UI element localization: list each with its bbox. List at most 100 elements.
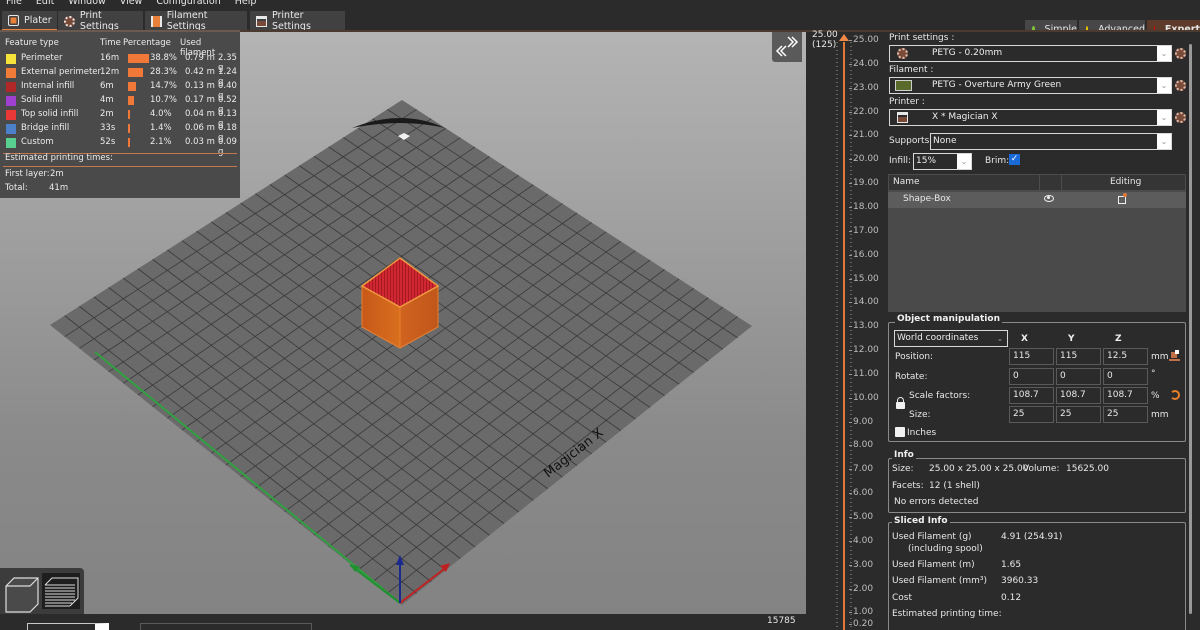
collapse-sidebar-button[interactable] bbox=[772, 32, 802, 62]
feature-percentage: 38.8% bbox=[150, 53, 178, 63]
tab-print-settings[interactable]: Print Settings bbox=[58, 10, 143, 32]
slider-tick-label: 1.00 bbox=[848, 607, 874, 618]
printer-combo[interactable]: X * Magician X ⌄ bbox=[889, 109, 1172, 126]
filament-length: 0.04 m bbox=[185, 109, 215, 119]
percentage-bar bbox=[128, 96, 134, 105]
object-manipulation-title: Object manipulation bbox=[895, 314, 1002, 324]
position-z-input[interactable]: 12.5 bbox=[1103, 348, 1148, 365]
bottom-input-field[interactable] bbox=[27, 623, 109, 630]
used-filament-m-value: 1.65 bbox=[1001, 560, 1022, 570]
printer-edit-gear-icon[interactable] bbox=[1175, 112, 1186, 123]
print-settings-edit-gear-icon[interactable] bbox=[1175, 48, 1186, 59]
estimated-time-label: Estimated printing time: bbox=[892, 609, 1002, 619]
plater-icon bbox=[8, 14, 19, 26]
reset-scale-icon[interactable] bbox=[1170, 390, 1180, 400]
infill-label: Infill: bbox=[889, 156, 912, 166]
bottom-legend-field[interactable] bbox=[140, 623, 312, 630]
object-list-header: Name Editing bbox=[888, 174, 1186, 191]
chevron-down-icon: ⌄ bbox=[1157, 134, 1171, 149]
size-x-input[interactable]: 25 bbox=[1009, 406, 1054, 423]
slider-tick-label: 17.00 bbox=[849, 225, 879, 236]
col-editing: Editing bbox=[1110, 177, 1142, 187]
layer-slider[interactable]: 25.00 (125) 25.00 24.00 23.00 22.00 21.00 20.0… bbox=[806, 30, 884, 630]
info-volume-label: Volume: bbox=[1023, 464, 1060, 474]
tab-printer-settings[interactable]: Printer Settings bbox=[250, 10, 345, 32]
slider-tick-label: 25.00 bbox=[849, 35, 879, 45]
print-settings-combo[interactable]: PETG - 0.20mm ⌄ bbox=[889, 45, 1172, 62]
slider-tick-label: 14.00 bbox=[849, 297, 879, 308]
top-height: 25.00 bbox=[812, 30, 838, 40]
supports-combo[interactable]: None ⌄ bbox=[930, 133, 1172, 150]
inches-checkbox[interactable] bbox=[895, 427, 905, 437]
total-time-label: Total: bbox=[5, 183, 28, 193]
eye-icon[interactable] bbox=[1044, 195, 1054, 202]
sidebar-scrollbar[interactable] bbox=[1189, 44, 1192, 614]
tab-plater[interactable]: Plater bbox=[2, 11, 57, 31]
color-swatch bbox=[6, 82, 16, 92]
infill-combo[interactable]: 15% ⌄ bbox=[913, 153, 972, 170]
3d-view-button[interactable] bbox=[4, 572, 40, 613]
preview-button[interactable] bbox=[42, 573, 80, 609]
rotate-z-input[interactable]: 0 bbox=[1103, 368, 1148, 385]
feature-percentage: 14.7% bbox=[150, 81, 178, 91]
size-y-input[interactable]: 25 bbox=[1056, 406, 1101, 423]
percentage-bar bbox=[128, 68, 144, 77]
rotate-unit: ° bbox=[1151, 369, 1156, 379]
info-title: Info bbox=[892, 450, 916, 460]
slider-tick-label: 5.00 bbox=[848, 512, 874, 522]
menu-view[interactable]: View bbox=[120, 0, 143, 9]
slider-tick-label: 21.00 bbox=[849, 130, 879, 141]
menu-help[interactable]: Help bbox=[235, 0, 257, 9]
total-time-value: 41m bbox=[49, 183, 69, 193]
brim-checkbox[interactable]: ✓ bbox=[1009, 154, 1020, 165]
legend-row: Bridge infill 33s 1.4% 0.06 m 0.18 g bbox=[5, 123, 237, 143]
object-row[interactable]: Shape-Box bbox=[888, 192, 1186, 208]
slider-tick-label: 22.00 bbox=[849, 106, 879, 117]
filament-length: 0.17 m bbox=[185, 95, 215, 105]
coordinate-system-combo[interactable]: World coordinates ⌄ bbox=[894, 330, 1008, 347]
printer-icon bbox=[256, 15, 267, 27]
edit-object-icon[interactable] bbox=[1118, 193, 1127, 204]
rotate-x-input[interactable]: 0 bbox=[1009, 368, 1054, 385]
position-y-input[interactable]: 115 bbox=[1056, 348, 1101, 365]
percentage-bar bbox=[128, 124, 130, 133]
color-swatch bbox=[6, 138, 16, 148]
info-facets-label: Facets: bbox=[892, 481, 924, 491]
tab-filament-settings[interactable]: Filament Settings bbox=[145, 10, 247, 32]
scale-z-input[interactable]: 108.7 bbox=[1103, 387, 1148, 404]
scale-x-input[interactable]: 108.7 bbox=[1009, 387, 1054, 404]
legend-row: Solid infill 4m 10.7% 0.17 m 0.52 g bbox=[5, 95, 237, 115]
slider-track[interactable] bbox=[843, 42, 845, 630]
cost-label: Cost bbox=[892, 593, 913, 603]
color-swatch bbox=[6, 110, 16, 120]
cost-value: 0.12 bbox=[1001, 593, 1022, 603]
size-z-input[interactable]: 25 bbox=[1103, 406, 1148, 423]
filament-edit-gear-icon[interactable] bbox=[1175, 80, 1186, 91]
slider-tick-label: 19.00 bbox=[849, 178, 879, 189]
position-x-input[interactable]: 115 bbox=[1009, 348, 1054, 365]
menu-file[interactable]: File bbox=[6, 0, 22, 9]
drop-to-bed-icon[interactable] bbox=[1169, 350, 1180, 361]
feature-percentage: 28.3% bbox=[150, 67, 178, 77]
horizontal-slider-bar: 15785 bbox=[0, 614, 806, 630]
filament-label: Filament : bbox=[889, 65, 934, 75]
menu-window[interactable]: Window bbox=[68, 0, 105, 9]
tab-label: Plater bbox=[24, 14, 52, 26]
menu-configuration[interactable]: Configuration bbox=[156, 0, 220, 9]
tab-label: Printer Settings bbox=[271, 10, 311, 32]
feature-name: Bridge infill bbox=[21, 123, 70, 133]
position-unit: mm bbox=[1151, 352, 1169, 362]
legend-row: Internal infill 6m 14.7% 0.13 m 0.40 g bbox=[5, 81, 237, 101]
chevron-down-icon: ⌄ bbox=[1157, 46, 1171, 61]
scale-y-input[interactable]: 108.7 bbox=[1056, 387, 1101, 404]
slider-tick-label: 15.00 bbox=[849, 273, 879, 284]
slider-tick-label: 2.00 bbox=[848, 583, 874, 594]
top-layer-index: (125) bbox=[812, 40, 837, 50]
lock-icon[interactable] bbox=[896, 397, 905, 409]
rotate-y-input[interactable]: 0 bbox=[1056, 368, 1101, 385]
slider-tick-label: 4.00 bbox=[848, 535, 874, 546]
filament-combo[interactable]: PETG - Overture Army Green ⌄ bbox=[889, 77, 1172, 94]
slider-tick-label: 10.00 bbox=[849, 392, 879, 403]
slider-upper-thumb[interactable] bbox=[839, 34, 849, 41]
menu-edit[interactable]: Edit bbox=[36, 0, 54, 9]
